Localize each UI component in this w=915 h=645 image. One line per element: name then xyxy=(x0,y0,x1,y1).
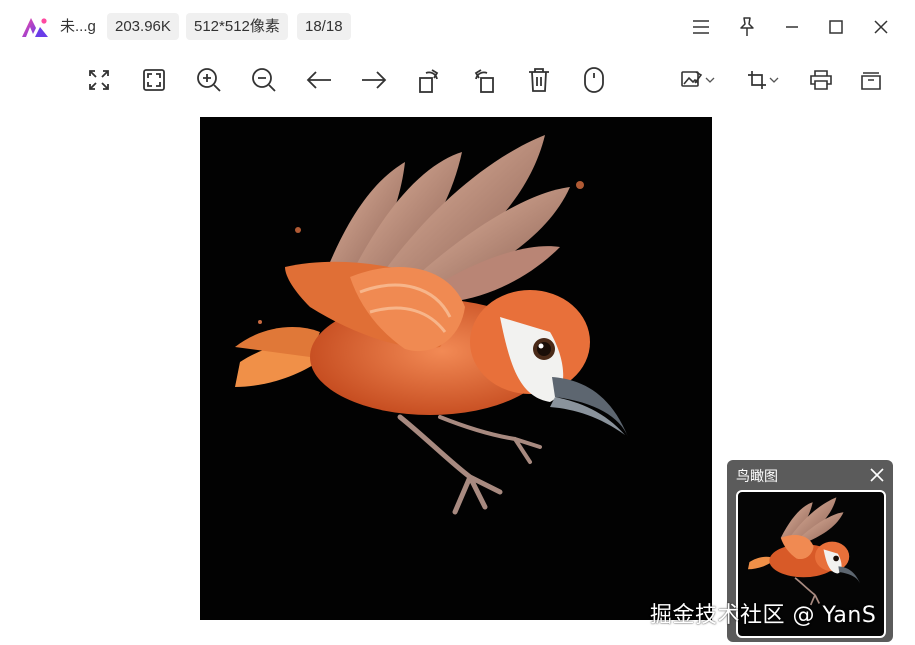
delete-button[interactable] xyxy=(523,64,555,96)
navigator-title: 鸟瞰图 xyxy=(736,468,778,484)
pin-button[interactable] xyxy=(734,14,760,40)
next-arrow-icon xyxy=(362,71,387,89)
minimize-button[interactable] xyxy=(779,14,805,40)
rotate-right-button[interactable] xyxy=(468,64,500,96)
next-image-button[interactable] xyxy=(358,64,390,96)
title-bar: 未...g 203.96K 512*512像素 18/18 xyxy=(0,0,915,52)
image-canvas[interactable] xyxy=(200,117,712,620)
actual-size-button[interactable] xyxy=(138,64,170,96)
mouse-icon xyxy=(584,67,604,93)
navigator-close-button[interactable] xyxy=(867,465,887,485)
minimize-icon xyxy=(786,26,798,28)
rotate-left-button[interactable] xyxy=(413,64,445,96)
crop-dropdown[interactable] xyxy=(743,64,783,96)
close-icon xyxy=(870,468,884,482)
previous-image-button[interactable] xyxy=(303,64,335,96)
delete-icon xyxy=(529,68,549,92)
toolbar xyxy=(0,58,915,102)
maximize-button[interactable] xyxy=(823,14,849,40)
menu-icon xyxy=(693,20,709,34)
image-edit-icon xyxy=(681,71,703,87)
zoom-out-icon xyxy=(252,68,276,92)
mouse-mode-button[interactable] xyxy=(578,64,610,96)
fit-window-icon xyxy=(89,70,109,90)
dimensions-badge: 512*512像素 xyxy=(186,13,288,40)
chevron-down-icon xyxy=(705,77,715,83)
previous-arrow-icon xyxy=(306,71,331,89)
pin-icon xyxy=(740,17,754,36)
close-button[interactable] xyxy=(868,14,894,40)
fit-window-button[interactable] xyxy=(83,64,115,96)
chevron-down-icon xyxy=(769,77,779,83)
app-logo-icon xyxy=(22,18,48,37)
maximize-icon xyxy=(829,20,843,34)
actual-size-icon xyxy=(143,69,165,91)
rotate-right-icon xyxy=(474,69,494,93)
zoom-out-button[interactable] xyxy=(248,64,280,96)
zoom-in-button[interactable] xyxy=(193,64,225,96)
crop-icon xyxy=(748,71,766,89)
file-name: 未...g xyxy=(60,18,96,35)
more-icon xyxy=(861,72,881,90)
file-size-badge: 203.96K xyxy=(107,13,179,40)
bird-image xyxy=(235,135,628,515)
zoom-in-icon xyxy=(197,68,221,92)
more-button[interactable] xyxy=(855,64,887,96)
image-edit-dropdown[interactable] xyxy=(678,64,718,96)
watermark-text: 掘金技术社区 @ YanS xyxy=(650,603,877,628)
rotate-left-icon xyxy=(419,69,439,93)
menu-button[interactable] xyxy=(688,14,714,40)
image-counter-badge: 18/18 xyxy=(297,13,351,40)
print-button[interactable] xyxy=(805,64,837,96)
close-icon xyxy=(874,20,888,34)
print-icon xyxy=(810,70,832,90)
